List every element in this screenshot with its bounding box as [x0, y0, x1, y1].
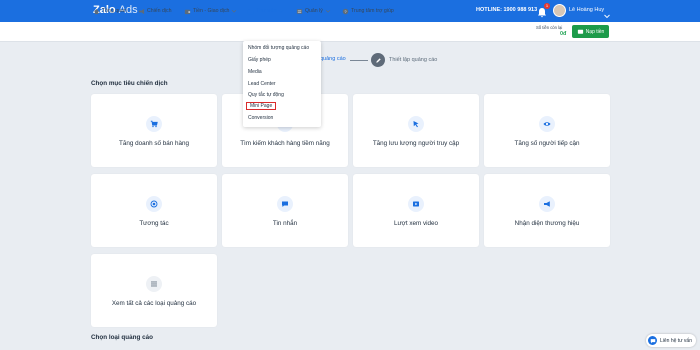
nav-label: Tiền - Giao dịch [193, 8, 230, 14]
chat-icon [648, 336, 657, 345]
megaphone-icon [138, 8, 145, 14]
nav-label: Quản lý [305, 8, 323, 14]
wallet-icon [184, 9, 191, 14]
objective-card-engagement[interactable]: Tương tác [91, 174, 217, 247]
nav-item-overview[interactable]: Tổng quan [93, 6, 127, 16]
menu-item-mini-page[interactable]: Mini Page [246, 102, 277, 110]
folder-icon [247, 9, 254, 14]
avatar[interactable] [553, 4, 566, 17]
step-1-label: quảng cáo [320, 56, 346, 62]
hotline-text: HOTLINE: 1900 988 913 [476, 7, 538, 13]
eye-icon [539, 116, 555, 132]
chevron-down-icon [279, 10, 284, 13]
notification-badge: 1 [544, 3, 550, 9]
ad-types-title: Chọn loại quảng cáo [91, 334, 153, 341]
menu-item-automation-rules[interactable]: Quy tắc tự động [248, 92, 284, 98]
nav-label: Thư viện [256, 8, 277, 14]
grid-icon [146, 276, 162, 292]
nav-item-help-center[interactable]: ? Trung tâm trợ giúp [342, 6, 394, 16]
topup-button[interactable]: Nạp tiền [572, 25, 609, 38]
objectives-title: Chọn mục tiêu chiến dịch [91, 80, 168, 87]
nav-label: Trung tâm trợ giúp [351, 8, 394, 14]
help-label: Liên hệ tư vấn [660, 337, 692, 344]
nav-item-manage[interactable]: Quản lý [296, 6, 331, 16]
contact-advisor-button[interactable]: Liên hệ tư vấn [646, 334, 696, 347]
chevron-down-icon [232, 10, 237, 13]
help-icon: ? [342, 8, 349, 14]
card-label: Tin nhắn [272, 220, 298, 227]
topup-label: Nạp tiền [585, 28, 605, 35]
menu-item-lead-center[interactable]: Lead Center [248, 81, 276, 87]
nav-item-campaigns[interactable]: Chiến dịch [138, 6, 172, 16]
card-label: Tương tác [139, 220, 169, 227]
username[interactable]: Lê Hoàng Huy [569, 7, 604, 13]
objective-card-sales[interactable]: Tăng doanh số bán hàng [91, 94, 217, 167]
card-label: Tăng số người tiếp cận [514, 140, 580, 147]
objective-card-brand-awareness[interactable]: Nhận diện thương hiệu [484, 174, 610, 247]
card-label: Nhận diện thương hiệu [514, 220, 580, 227]
step-2-indicator [371, 53, 385, 67]
cart-icon [146, 116, 162, 132]
objective-card-view-all[interactable]: Xem tất cả các loại quảng cáo [91, 254, 217, 327]
megaphone-icon [539, 196, 555, 212]
card-label: Xem tất cả các loại quảng cáo [111, 300, 197, 307]
nav-item-money[interactable]: Tiền - Giao dịch [184, 6, 237, 16]
objective-card-reach[interactable]: Tăng số người tiếp cận [484, 94, 610, 167]
objective-card-video-views[interactable]: Lượt xem video [353, 174, 479, 247]
card-label: Tăng doanh số bán hàng [118, 140, 190, 147]
chevron-down-icon[interactable] [603, 7, 611, 19]
menu-item-licenses[interactable]: Giấy phép [248, 57, 271, 63]
home-icon [93, 8, 100, 14]
nav-label: Tổng quan [102, 8, 127, 14]
cursor-icon [408, 116, 424, 132]
nav-item-library[interactable]: Thư viện [247, 6, 284, 16]
nav-label: Chiến dịch [147, 8, 172, 14]
chevron-down-icon [325, 10, 331, 13]
balance-label: Số tiền còn lại [536, 25, 563, 30]
card-label: Tăng lưu lượng người truy cập [372, 140, 460, 147]
menu-item-media[interactable]: Media [248, 69, 262, 75]
library-dropdown-menu: Nhóm đối tượng quảng cáo Giấy phép Media… [243, 41, 321, 127]
wallet-icon [577, 29, 583, 34]
interaction-icon [146, 196, 162, 212]
card-label: Lượt xem video [393, 220, 439, 227]
objective-card-traffic[interactable]: Tăng lưu lượng người truy cập [353, 94, 479, 167]
card-label: Tìm kiếm khách hàng tiềm năng [240, 140, 330, 147]
message-icon [277, 196, 293, 212]
step-2-label: Thiết lập quảng cáo [389, 57, 438, 63]
pencil-icon [375, 57, 381, 63]
step-divider [350, 60, 368, 61]
video-icon [408, 196, 424, 212]
menu-item-conversion[interactable]: Conversion [248, 115, 273, 121]
list-icon [296, 8, 303, 14]
balance-value: 0đ [560, 31, 567, 37]
menu-item-audiences[interactable]: Nhóm đối tượng quảng cáo [248, 45, 309, 51]
objective-card-messages[interactable]: Tin nhắn [222, 174, 348, 247]
